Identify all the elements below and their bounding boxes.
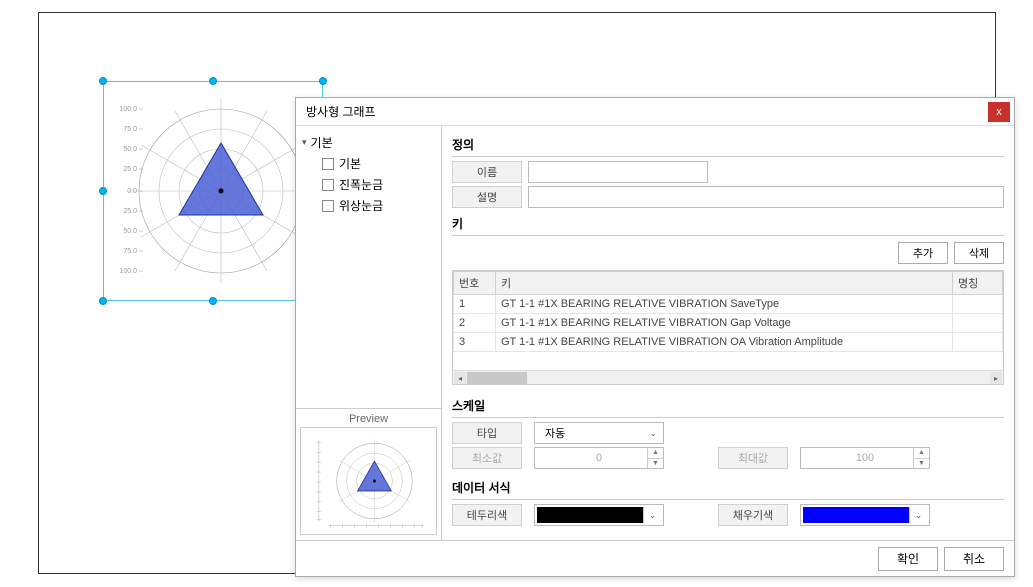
section-scale-title: 스케일 xyxy=(452,393,1004,418)
scale-max-input: 100 ▲▼ xyxy=(800,447,930,469)
cell-no: 3 xyxy=(454,333,496,352)
resize-handle-ne[interactable] xyxy=(319,77,327,85)
tree-root-label: 기본 xyxy=(311,134,333,151)
desc-label: 설명 xyxy=(452,186,522,208)
dialog-footer: 확인 취소 xyxy=(296,540,1014,576)
section-definition-title: 정의 xyxy=(452,132,1004,157)
scale-type-label: 타입 xyxy=(452,422,522,444)
radar-graph-dialog: 방사형 그래프 x ▾ 기본 기본 진폭눈금 위상눈금 Preview xyxy=(295,97,1015,577)
scale-max-label: 최대값 xyxy=(718,447,788,469)
name-input[interactable] xyxy=(528,161,708,183)
scroll-right-icon[interactable]: ▸ xyxy=(990,372,1002,384)
cell-key: GT 1-1 #1X BEARING RELATIVE VIBRATION Sa… xyxy=(496,295,953,314)
resize-handle-n[interactable] xyxy=(209,77,217,85)
tree-item-label: 진폭눈금 xyxy=(339,176,383,193)
tree-item-basic[interactable]: 기본 xyxy=(322,153,437,174)
scale-min-value: 0 xyxy=(596,452,602,464)
spinner-up-icon: ▲ xyxy=(648,448,663,459)
resize-handle-w[interactable] xyxy=(99,187,107,195)
table-row[interactable]: 2GT 1-1 #1X BEARING RELATIVE VIBRATION G… xyxy=(454,314,1003,333)
scale-max-value: 100 xyxy=(856,452,874,464)
chevron-down-icon: ⌄ xyxy=(649,428,657,439)
table-horizontal-scrollbar[interactable]: ◂ ▸ xyxy=(453,370,1003,384)
spinner: ▲▼ xyxy=(647,448,663,468)
add-button[interactable]: 추가 xyxy=(898,242,948,264)
name-label: 이름 xyxy=(452,161,522,183)
dialog-title: 방사형 그래프 xyxy=(306,103,376,120)
table-row[interactable]: 1GT 1-1 #1X BEARING RELATIVE VIBRATION S… xyxy=(454,295,1003,314)
right-panel[interactable]: 정의 이름 설명 키 추가 삭제 번호 xyxy=(442,126,1014,540)
scale-min-input: 0 ▲▼ xyxy=(534,447,664,469)
desc-input[interactable] xyxy=(528,186,1004,208)
tree-item-label: 위상눈금 xyxy=(339,197,383,214)
fill-color-swatch xyxy=(803,507,909,523)
fill-color-label: 채우기색 xyxy=(718,504,788,526)
table-row[interactable]: 3GT 1-1 #1X BEARING RELATIVE VIBRATION O… xyxy=(454,333,1003,352)
cell-key: GT 1-1 #1X BEARING RELATIVE VIBRATION Ga… xyxy=(496,314,953,333)
key-table: 번호 키 명칭 1GT 1-1 #1X BEARING RELATIVE VIB… xyxy=(452,270,1004,385)
tree-item-phase[interactable]: 위상눈금 xyxy=(322,195,437,216)
delete-button[interactable]: 삭제 xyxy=(954,242,1004,264)
fill-color-picker[interactable]: ⌄ xyxy=(800,504,930,526)
tree-item-label: 기본 xyxy=(339,155,361,172)
spinner-up-icon: ▲ xyxy=(914,448,929,459)
cell-key: GT 1-1 #1X BEARING RELATIVE VIBRATION OA… xyxy=(496,333,953,352)
chevron-down-icon: ⌄ xyxy=(643,507,661,523)
canvas-frame: 100.075.050.025.00.025.050.075.0100.0 방사… xyxy=(38,12,996,574)
close-icon: x xyxy=(996,106,1002,118)
preview-label: Preview xyxy=(349,413,388,425)
cell-alias xyxy=(953,295,1003,314)
preview-panel: Preview xyxy=(296,408,441,540)
resize-handle-sw[interactable] xyxy=(99,297,107,305)
border-color-label: 테두리색 xyxy=(452,504,522,526)
cell-no: 2 xyxy=(454,314,496,333)
chevron-down-icon: ⌄ xyxy=(909,507,927,523)
left-panel: ▾ 기본 기본 진폭눈금 위상눈금 Preview xyxy=(296,126,442,540)
tree-item-amplitude[interactable]: 진폭눈금 xyxy=(322,174,437,195)
checkbox-icon[interactable] xyxy=(322,200,334,212)
scale-min-label: 최소값 xyxy=(452,447,522,469)
scale-type-value: 자동 xyxy=(545,425,565,441)
col-key[interactable]: 키 xyxy=(496,272,953,295)
checkbox-icon[interactable] xyxy=(322,179,334,191)
dialog-titlebar[interactable]: 방사형 그래프 x xyxy=(296,98,1014,126)
tree-root-basic[interactable]: ▾ 기본 xyxy=(300,132,437,153)
caret-down-icon: ▾ xyxy=(302,137,307,148)
cancel-button[interactable]: 취소 xyxy=(944,547,1004,571)
scale-type-select[interactable]: 자동 ⌄ xyxy=(534,422,664,444)
resize-handle-s[interactable] xyxy=(209,297,217,305)
col-alias[interactable]: 명칭 xyxy=(953,272,1003,295)
scroll-left-icon[interactable]: ◂ xyxy=(454,372,466,384)
spinner-down-icon: ▼ xyxy=(648,459,663,469)
section-key-title: 키 xyxy=(452,211,1004,236)
resize-handle-nw[interactable] xyxy=(99,77,107,85)
preview-chart xyxy=(300,427,437,535)
dialog-body: ▾ 기본 기본 진폭눈금 위상눈금 Preview xyxy=(296,126,1014,540)
close-button[interactable]: x xyxy=(988,102,1010,122)
spinner: ▲▼ xyxy=(913,448,929,468)
col-no[interactable]: 번호 xyxy=(454,272,496,295)
scroll-thumb[interactable] xyxy=(467,372,527,384)
cell-alias xyxy=(953,314,1003,333)
border-color-picker[interactable]: ⌄ xyxy=(534,504,664,526)
cell-no: 1 xyxy=(454,295,496,314)
ok-button[interactable]: 확인 xyxy=(878,547,938,571)
radar-chart-selected[interactable]: 100.075.050.025.00.025.050.075.0100.0 xyxy=(103,81,323,301)
settings-tree: ▾ 기본 기본 진폭눈금 위상눈금 xyxy=(296,126,441,408)
checkbox-icon[interactable] xyxy=(322,158,334,170)
section-format-title: 데이터 서식 xyxy=(452,475,1004,500)
cell-alias xyxy=(953,333,1003,352)
border-color-swatch xyxy=(537,507,643,523)
spinner-down-icon: ▼ xyxy=(914,459,929,469)
selection-box xyxy=(103,81,323,301)
